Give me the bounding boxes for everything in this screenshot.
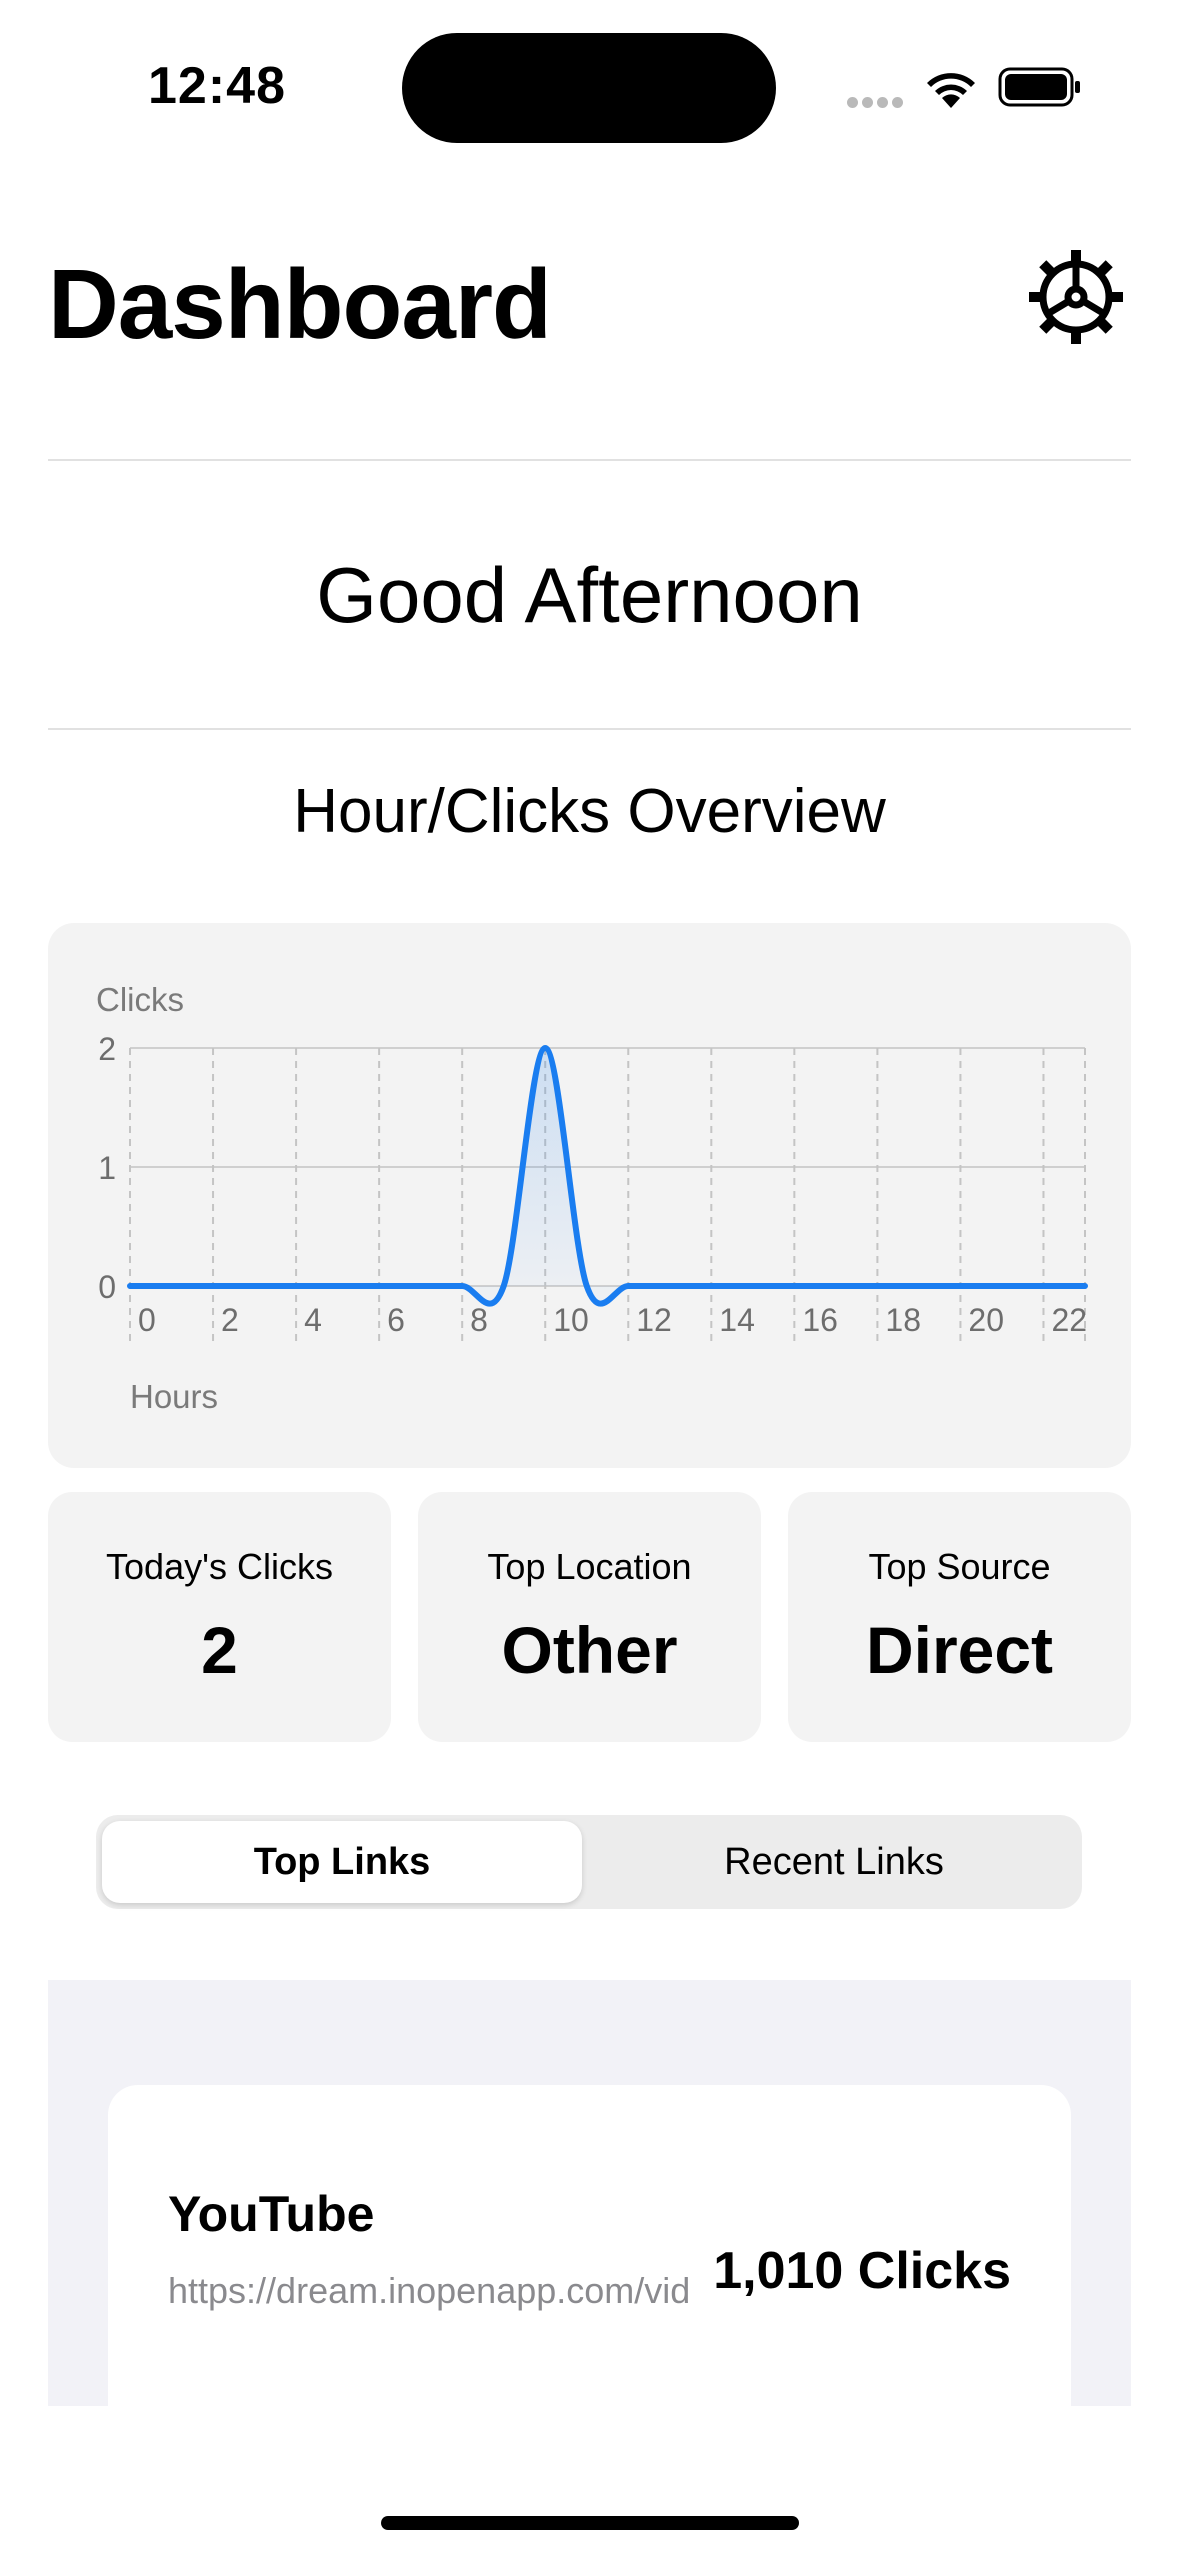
stat-label: Top Source: [868, 1546, 1051, 1587]
stat-value: Direct: [865, 1613, 1054, 1687]
status-bar: 12:48: [0, 0, 1179, 170]
stat-label: Top Location: [487, 1546, 692, 1587]
links-segmented-control: Top Links Recent Links: [96, 1815, 1082, 1909]
cellular-signal-icon: [847, 95, 907, 113]
y-tick-label: 2: [98, 1031, 116, 1067]
home-indicator[interactable]: [381, 2516, 799, 2530]
battery-icon: [998, 67, 1080, 107]
settings-gear-icon[interactable]: [1029, 250, 1123, 344]
stat-card-top-source: Top Source Direct: [788, 1492, 1131, 1742]
x-axis-title: Hours: [130, 1378, 218, 1415]
x-tick-label: 2: [221, 1302, 239, 1338]
stat-card-todays-clicks: Today's Clicks 2: [48, 1492, 391, 1742]
x-tick-label: 16: [802, 1302, 838, 1338]
x-tick-label: 14: [719, 1302, 755, 1338]
series-line: [127, 1045, 1088, 1307]
clicks-line-chart: 0120 2 4 6 8 10 12 14 16 18 20 22ClicksHours: [96, 981, 1088, 1415]
overview-title: Hour/Clicks Overview: [293, 777, 886, 846]
x-tick-label: 12: [636, 1302, 672, 1338]
stat-card-top-location: Top Location Other: [418, 1492, 761, 1742]
link-url: https://dream.inopenapp.com/vid: [168, 2270, 691, 2311]
x-tick-label: 4: [304, 1302, 322, 1338]
clicks-chart-card: 0 1 2 0 2 4 6 8 10 12 14 16 18 20 22 Clicks Hours: [48, 923, 1131, 1468]
stat-value: 2: [201, 1613, 238, 1687]
y-tick-label: 0: [98, 1269, 116, 1305]
tab-top-links[interactable]: Top Links: [102, 1815, 582, 1909]
page-title: Dashboard: [48, 249, 552, 359]
x-tick-label: 22: [1051, 1302, 1087, 1338]
status-time: 12:48: [148, 57, 286, 115]
divider: [48, 728, 1131, 730]
divider: [48, 459, 1131, 461]
stat-value: Other: [501, 1613, 678, 1687]
x-tick-label: 6: [387, 1302, 405, 1338]
links-list: YouTube https://dream.inopenapp.com/vid …: [48, 1980, 1131, 2406]
link-card[interactable]: YouTube https://dream.inopenapp.com/vid …: [108, 2085, 1071, 2406]
dynamic-island: [402, 33, 776, 143]
stat-label: Today's Clicks: [106, 1546, 333, 1587]
wifi-icon: [927, 73, 975, 108]
x-tick-label: 8: [470, 1302, 488, 1338]
series-area: [130, 1048, 1085, 1304]
greeting-text: Good Afternoon: [316, 551, 863, 639]
x-tick-label: 20: [968, 1302, 1004, 1338]
y-axis-title: Clicks: [96, 981, 184, 1018]
link-title: YouTube: [168, 2186, 375, 2242]
link-clicks-count: 1,010 Clicks: [713, 2242, 1011, 2300]
x-tick-label: 0: [138, 1302, 156, 1338]
tab-recent-links[interactable]: Recent Links: [592, 1815, 1076, 1909]
x-tick-label: 18: [885, 1302, 921, 1338]
x-tick-label: 10: [553, 1302, 589, 1338]
y-tick-label: 1: [98, 1150, 116, 1186]
